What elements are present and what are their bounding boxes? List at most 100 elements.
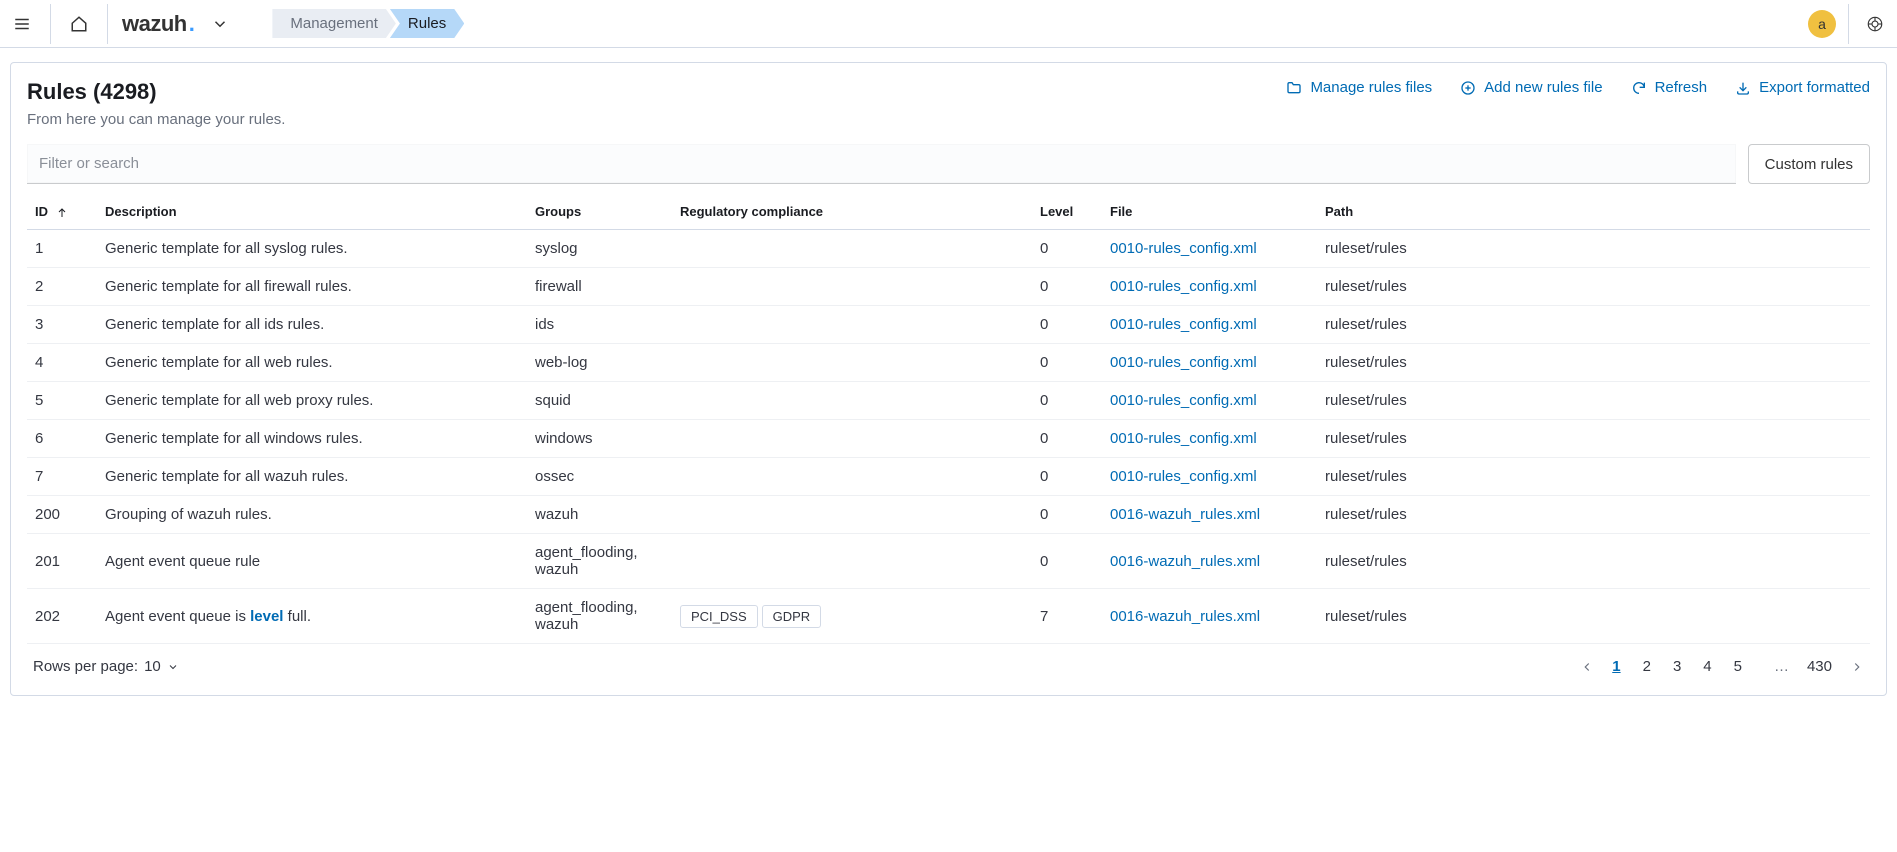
page-number[interactable]: 1 <box>1608 656 1624 677</box>
page-number[interactable]: 2 <box>1639 656 1655 677</box>
page-number[interactable]: 3 <box>1669 656 1685 677</box>
cell-groups: syslog <box>527 230 672 268</box>
export-formatted-button[interactable]: Export formatted <box>1735 79 1870 96</box>
table-row[interactable]: 5Generic template for all web proxy rule… <box>27 382 1870 420</box>
cell-groups: web-log <box>527 344 672 382</box>
cell-file: 0016-wazuh_rules.xml <box>1102 496 1317 534</box>
cell-description: Generic template for all ids rules. <box>97 306 527 344</box>
cell-regulatory <box>672 344 1032 382</box>
avatar[interactable]: a <box>1808 10 1836 38</box>
cell-id: 200 <box>27 496 97 534</box>
pagination-ellipsis: … <box>1774 658 1789 675</box>
table-row[interactable]: 3Generic template for all ids rules.ids0… <box>27 306 1870 344</box>
breadcrumb: Management Rules <box>272 9 464 38</box>
file-link[interactable]: 0010-rules_config.xml <box>1110 278 1257 295</box>
manage-rules-files-button[interactable]: Manage rules files <box>1286 79 1432 96</box>
add-new-rules-file-button[interactable]: Add new rules file <box>1460 79 1602 96</box>
file-link[interactable]: 0010-rules_config.xml <box>1110 430 1257 447</box>
col-header-file[interactable]: File <box>1102 194 1317 230</box>
rpp-value: 10 <box>144 658 161 675</box>
cell-id: 5 <box>27 382 97 420</box>
page-last[interactable]: 430 <box>1803 656 1836 677</box>
cell-description: Agent event queue is level full. <box>97 589 527 644</box>
cell-path: ruleset/rules <box>1317 382 1870 420</box>
chevron-down-icon[interactable] <box>206 10 234 38</box>
table-row[interactable]: 4Generic template for all web rules.web-… <box>27 344 1870 382</box>
table-header-row: ID Description Groups Regulatory complia… <box>27 194 1870 230</box>
table-row[interactable]: 6Generic template for all windows rules.… <box>27 420 1870 458</box>
action-label: Refresh <box>1655 79 1708 96</box>
rules-panel: Rules (4298) From here you can manage yo… <box>10 62 1887 696</box>
page-number[interactable]: 4 <box>1699 656 1715 677</box>
help-icon[interactable] <box>1861 10 1889 38</box>
refresh-button[interactable]: Refresh <box>1631 79 1708 96</box>
cell-id: 1 <box>27 230 97 268</box>
rows-per-page-selector[interactable]: Rows per page: 10 <box>33 658 179 675</box>
sort-asc-icon <box>56 207 68 219</box>
cell-level: 0 <box>1032 420 1102 458</box>
filter-input[interactable] <box>27 144 1736 184</box>
menu-icon[interactable] <box>8 10 36 38</box>
col-header-groups[interactable]: Groups <box>527 194 672 230</box>
col-header-description[interactable]: Description <box>97 194 527 230</box>
cell-regulatory <box>672 458 1032 496</box>
cell-path: ruleset/rules <box>1317 268 1870 306</box>
table-row[interactable]: 2Generic template for all firewall rules… <box>27 268 1870 306</box>
cell-description: Grouping of wazuh rules. <box>97 496 527 534</box>
cell-groups: wazuh <box>527 496 672 534</box>
file-link[interactable]: 0016-wazuh_rules.xml <box>1110 608 1260 625</box>
col-header-regulatory[interactable]: Regulatory compliance <box>672 194 1032 230</box>
cell-path: ruleset/rules <box>1317 230 1870 268</box>
table-row[interactable]: 7Generic template for all wazuh rules.os… <box>27 458 1870 496</box>
cell-level: 0 <box>1032 230 1102 268</box>
action-label: Export formatted <box>1759 79 1870 96</box>
file-link[interactable]: 0010-rules_config.xml <box>1110 354 1257 371</box>
cell-description: Agent event queue rule <box>97 534 527 589</box>
cell-regulatory <box>672 534 1032 589</box>
cell-level: 0 <box>1032 458 1102 496</box>
table-row[interactable]: 201Agent event queue ruleagent_flooding,… <box>27 534 1870 589</box>
file-link[interactable]: 0016-wazuh_rules.xml <box>1110 506 1260 523</box>
custom-rules-button[interactable]: Custom rules <box>1748 144 1870 184</box>
file-link[interactable]: 0010-rules_config.xml <box>1110 316 1257 333</box>
cell-id: 202 <box>27 589 97 644</box>
cell-regulatory <box>672 268 1032 306</box>
col-header-id[interactable]: ID <box>27 194 97 230</box>
col-header-path[interactable]: Path <box>1317 194 1870 230</box>
cell-path: ruleset/rules <box>1317 344 1870 382</box>
file-link[interactable]: 0010-rules_config.xml <box>1110 240 1257 257</box>
table-row[interactable]: 1Generic template for all syslog rules.s… <box>27 230 1870 268</box>
table-row[interactable]: 200Grouping of wazuh rules.wazuh00016-wa… <box>27 496 1870 534</box>
cell-level: 0 <box>1032 306 1102 344</box>
action-label: Add new rules file <box>1484 79 1602 96</box>
cell-id: 2 <box>27 268 97 306</box>
home-icon[interactable] <box>65 10 93 38</box>
rules-table: ID Description Groups Regulatory complia… <box>27 194 1870 644</box>
panel-header: Rules (4298) From here you can manage yo… <box>27 79 1870 128</box>
logo[interactable]: wazuh. <box>122 11 194 37</box>
cell-id: 3 <box>27 306 97 344</box>
cell-id: 4 <box>27 344 97 382</box>
breadcrumb-rules[interactable]: Rules <box>390 9 464 38</box>
cell-groups: squid <box>527 382 672 420</box>
download-icon <box>1735 80 1751 96</box>
page-title: Rules (4298) <box>27 79 285 105</box>
cell-level: 0 <box>1032 344 1102 382</box>
table-row[interactable]: 202Agent event queue is level full.agent… <box>27 589 1870 644</box>
file-link[interactable]: 0010-rules_config.xml <box>1110 468 1257 485</box>
page-number[interactable]: 5 <box>1730 656 1746 677</box>
cell-file: 0010-rules_config.xml <box>1102 268 1317 306</box>
file-link[interactable]: 0010-rules_config.xml <box>1110 392 1257 409</box>
cell-groups: agent_flooding, wazuh <box>527 534 672 589</box>
page-prev-button[interactable] <box>1580 660 1594 674</box>
compliance-badge[interactable]: GDPR <box>762 605 822 628</box>
cell-path: ruleset/rules <box>1317 589 1870 644</box>
col-header-level[interactable]: Level <box>1032 194 1102 230</box>
breadcrumb-management[interactable]: Management <box>272 9 396 38</box>
logo-dot: . <box>189 11 195 37</box>
compliance-badge[interactable]: PCI_DSS <box>680 605 758 628</box>
cell-id: 7 <box>27 458 97 496</box>
file-link[interactable]: 0016-wazuh_rules.xml <box>1110 553 1260 570</box>
topbar-left: wazuh. Management Rules <box>8 4 464 44</box>
page-next-button[interactable] <box>1850 660 1864 674</box>
